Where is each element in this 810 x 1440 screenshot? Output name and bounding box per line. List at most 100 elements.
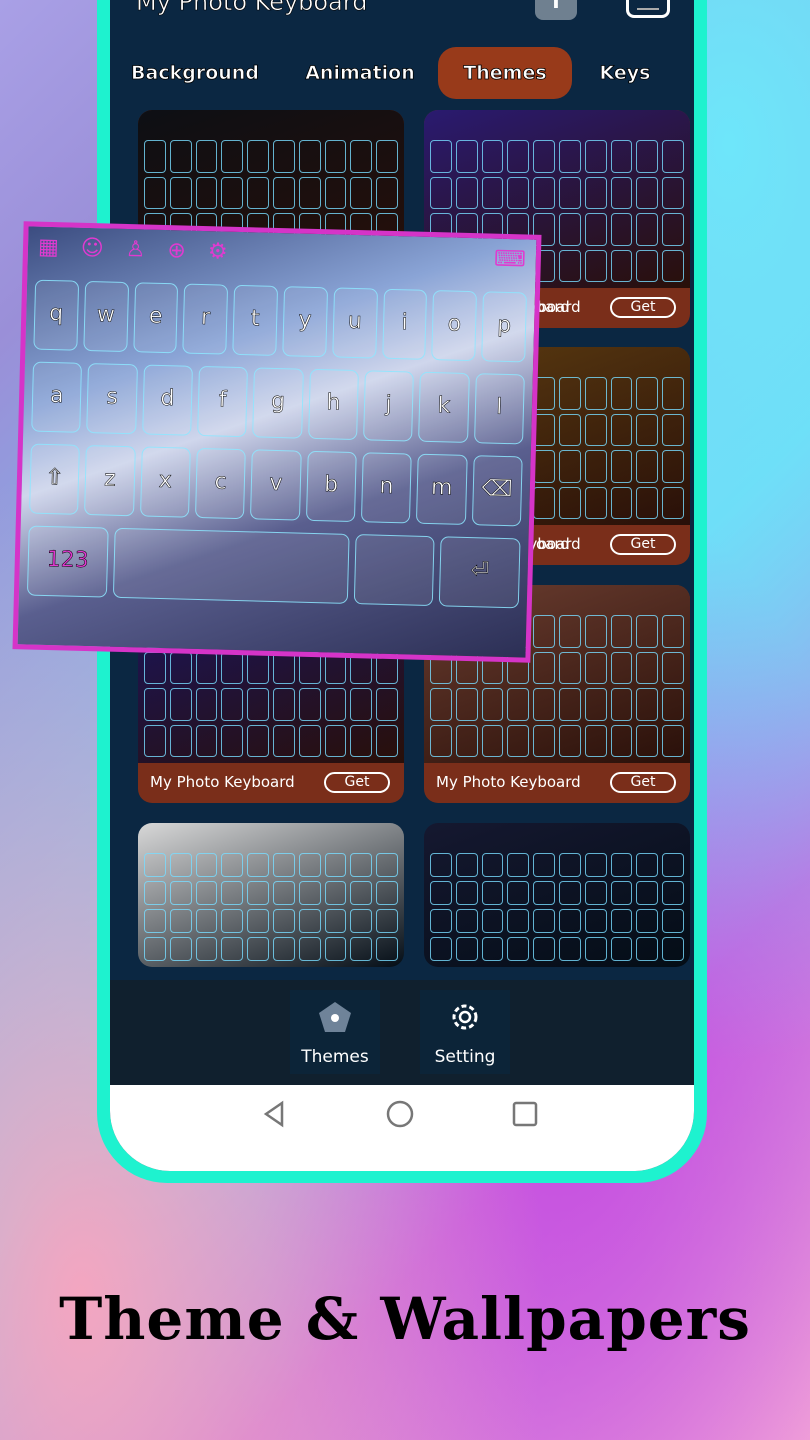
keyboard-icon: ⌨: [493, 246, 527, 273]
key-shape: [221, 853, 244, 877]
key[interactable]: k: [418, 371, 470, 443]
key[interactable]: y: [282, 286, 328, 358]
nav-setting[interactable]: Setting: [420, 990, 510, 1074]
recents-icon[interactable]: [510, 1099, 540, 1129]
get-button[interactable]: Get: [324, 772, 390, 793]
key-shape: [298, 176, 321, 209]
tab-themes[interactable]: Themes: [438, 47, 572, 99]
key[interactable]: l: [473, 373, 525, 445]
key[interactable]: u: [332, 287, 378, 359]
key-shape: [662, 486, 684, 519]
key[interactable]: s: [86, 363, 138, 435]
key-shape: [610, 213, 633, 246]
key-shape: [169, 140, 192, 173]
get-button[interactable]: Get: [610, 534, 676, 555]
menu-icon[interactable]: [626, 0, 670, 18]
key[interactable]: ⇧: [29, 443, 81, 515]
key-shape: [144, 176, 166, 209]
get-button[interactable]: Get: [610, 297, 676, 318]
key[interactable]: a: [31, 361, 83, 433]
key[interactable]: i: [381, 288, 428, 360]
key-shape: [636, 937, 659, 961]
key-shape: [662, 881, 684, 905]
key[interactable]: [112, 527, 350, 604]
key-shape: [533, 881, 555, 905]
key-shape: [324, 909, 347, 933]
key-shape: [558, 937, 581, 961]
key-shape: [247, 853, 269, 877]
key-shape: [533, 176, 555, 209]
key[interactable]: b: [305, 450, 357, 523]
tab-background[interactable]: Background: [130, 47, 260, 99]
key-shape: [455, 724, 478, 757]
card-label: My Photo Keyboard: [436, 773, 581, 791]
key-shape: [481, 724, 504, 757]
key-shape: [195, 176, 218, 209]
key[interactable]: g: [252, 367, 304, 439]
key-shape: [584, 651, 607, 684]
key-shape: [430, 688, 452, 721]
key[interactable]: m: [416, 453, 468, 525]
key[interactable]: e: [132, 282, 179, 354]
key[interactable]: t: [232, 284, 279, 356]
key-shape: [533, 688, 555, 721]
key[interactable]: j: [363, 370, 415, 442]
key[interactable]: w: [83, 280, 129, 353]
key-shape: [272, 909, 295, 933]
key[interactable]: v: [250, 449, 302, 521]
key[interactable]: 123: [26, 525, 109, 598]
key-shape: [481, 909, 504, 933]
key-shape: [507, 176, 530, 209]
get-button[interactable]: Get: [610, 772, 676, 793]
key[interactable]: f: [197, 365, 249, 438]
key-shape: [610, 176, 633, 209]
key[interactable]: o: [431, 290, 478, 362]
key-shape: [455, 140, 478, 173]
home-icon[interactable]: [385, 1099, 415, 1129]
key-shape: [584, 724, 607, 757]
key-shape: [636, 881, 659, 905]
key[interactable]: ⏎: [439, 536, 521, 609]
tab-animation[interactable]: Animation: [300, 47, 420, 99]
key-shape: [481, 140, 504, 173]
key[interactable]: p: [481, 291, 527, 363]
nav-themes[interactable]: Themes: [290, 990, 380, 1074]
theme-card[interactable]: [138, 823, 404, 967]
key-shape: [558, 213, 581, 246]
app-title: My Photo Keyboard: [136, 0, 368, 16]
key[interactable]: z: [84, 445, 136, 517]
theme-card[interactable]: [424, 823, 690, 967]
tab-keys[interactable]: Keys: [590, 47, 660, 99]
key-shape: [430, 853, 452, 877]
key-shape: [662, 140, 684, 173]
key-shape: [195, 140, 218, 173]
back-icon[interactable]: [260, 1099, 290, 1129]
key[interactable]: ⌫: [471, 455, 523, 527]
key[interactable]: r: [182, 283, 229, 355]
key-shape: [221, 724, 244, 757]
key-shape: [481, 853, 504, 877]
key[interactable]: q: [33, 279, 79, 351]
key-shape: [610, 486, 633, 519]
key-shape: [221, 688, 244, 721]
key[interactable]: [353, 534, 435, 607]
key-shape: [558, 615, 581, 648]
card-footer: My Photo Keyboard Get: [138, 763, 404, 803]
key-shape: [144, 881, 166, 905]
key-shape: [507, 937, 530, 961]
key-shape: [636, 140, 659, 173]
key-shape: [584, 377, 607, 410]
tab-bar: Background Animation Themes Keys: [110, 47, 694, 99]
font-icon[interactable]: T: [535, 0, 577, 20]
key[interactable]: c: [194, 447, 247, 520]
key-shape: [350, 909, 373, 933]
key-shape: [169, 724, 192, 757]
key-shape: [195, 688, 218, 721]
key[interactable]: d: [141, 364, 193, 436]
key[interactable]: n: [360, 452, 413, 524]
key-shape: [298, 909, 321, 933]
key[interactable]: x: [139, 446, 191, 518]
key[interactable]: h: [307, 368, 359, 441]
key-shape: [584, 615, 607, 648]
gear-icon: ⚙: [207, 239, 228, 265]
